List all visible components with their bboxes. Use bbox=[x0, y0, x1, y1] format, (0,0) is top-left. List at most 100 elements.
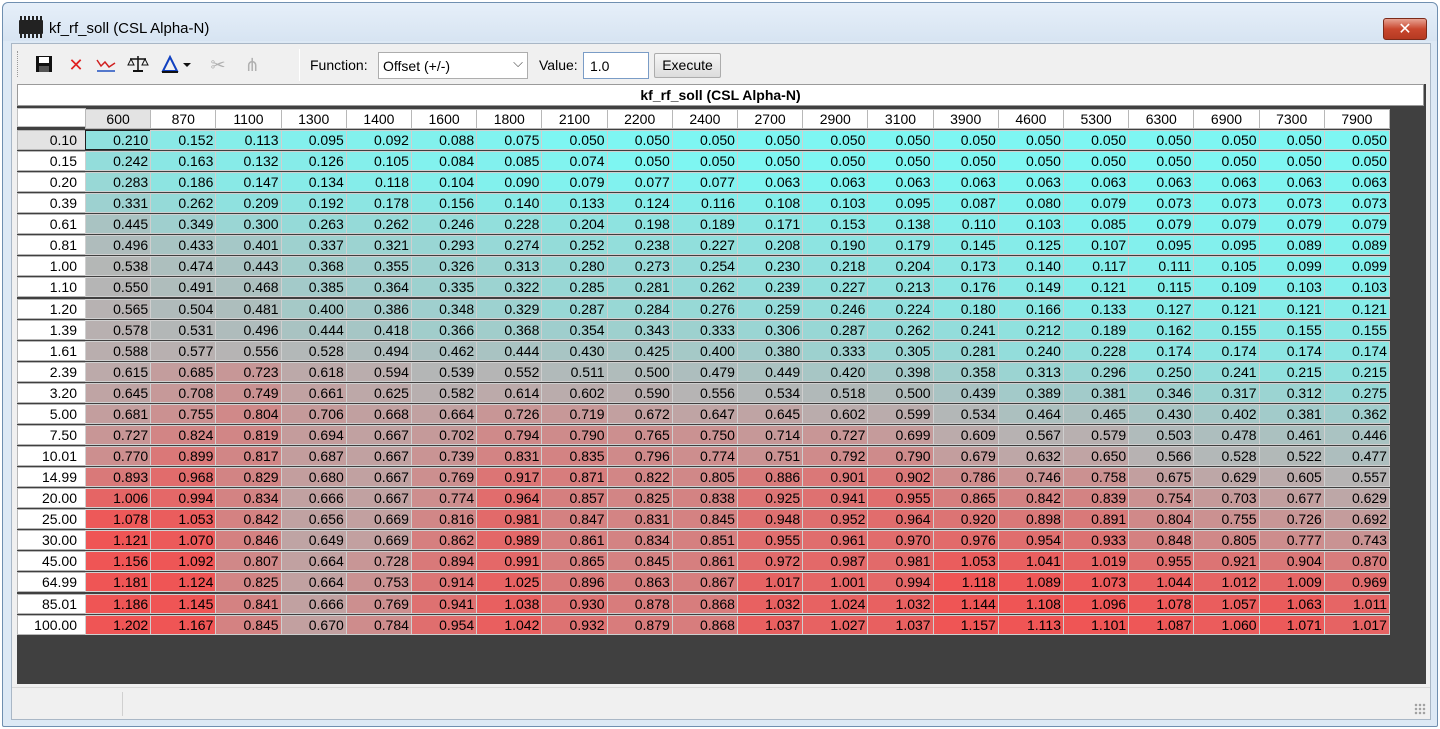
table-cell[interactable]: 0.050 bbox=[606, 130, 673, 150]
table-cell[interactable]: 0.933 bbox=[1063, 530, 1130, 551]
table-cell[interactable]: 0.209 bbox=[215, 193, 282, 214]
table-cell[interactable]: 0.846 bbox=[215, 530, 282, 551]
table-cell[interactable]: 0.287 bbox=[541, 298, 608, 319]
table-cell[interactable]: 0.503 bbox=[1128, 424, 1195, 445]
table-cell[interactable]: 1.167 bbox=[150, 614, 217, 635]
table-cell[interactable]: 0.095 bbox=[280, 130, 347, 150]
table-cell[interactable]: 0.702 bbox=[411, 424, 478, 445]
table-cell[interactable]: 0.090 bbox=[476, 172, 543, 193]
table-cell[interactable]: 0.765 bbox=[606, 424, 673, 445]
table-cell[interactable]: 0.095 bbox=[867, 193, 934, 214]
table-cell[interactable]: 0.050 bbox=[1063, 151, 1130, 172]
table-cell[interactable]: 0.792 bbox=[802, 446, 869, 467]
table-cell[interactable]: 0.862 bbox=[411, 530, 478, 551]
table-cell[interactable]: 1.181 bbox=[85, 572, 152, 593]
table-cell[interactable]: 0.948 bbox=[737, 509, 804, 530]
table-cell[interactable]: 0.398 bbox=[867, 361, 934, 382]
table-cell[interactable]: 0.462 bbox=[411, 340, 478, 361]
table-cell[interactable]: 0.834 bbox=[215, 488, 282, 509]
table-cell[interactable]: 0.274 bbox=[476, 235, 543, 256]
title-bar[interactable]: kf_rf_soll (CSL Alpha-N) ✕ bbox=[3, 3, 1437, 41]
table-cell[interactable]: 0.794 bbox=[476, 424, 543, 445]
table-cell[interactable]: 0.955 bbox=[867, 488, 934, 509]
table-cell[interactable]: 0.224 bbox=[867, 298, 934, 319]
table-cell[interactable]: 0.085 bbox=[1063, 214, 1130, 235]
table-cell[interactable]: 0.786 bbox=[932, 467, 999, 488]
table-cell[interactable]: 0.331 bbox=[85, 193, 152, 214]
table-cell[interactable]: 0.679 bbox=[932, 446, 999, 467]
table-cell[interactable]: 1.144 bbox=[932, 593, 999, 614]
table-cell[interactable]: 0.296 bbox=[1063, 361, 1130, 382]
table-cell[interactable]: 1.057 bbox=[1193, 593, 1260, 614]
table-cell[interactable]: 0.190 bbox=[802, 235, 869, 256]
table-cell[interactable]: 0.088 bbox=[411, 130, 478, 150]
table-cell[interactable]: 0.401 bbox=[215, 235, 282, 256]
table-cell[interactable]: 0.133 bbox=[541, 193, 608, 214]
table-cell[interactable]: 0.901 bbox=[802, 467, 869, 488]
table-cell[interactable]: 0.746 bbox=[997, 467, 1064, 488]
table-cell[interactable]: 0.614 bbox=[476, 382, 543, 403]
table-cell[interactable]: 0.694 bbox=[280, 424, 347, 445]
table-cell[interactable]: 0.714 bbox=[737, 424, 804, 445]
table-cell[interactable]: 0.825 bbox=[606, 488, 673, 509]
table-cell[interactable]: 0.449 bbox=[737, 361, 804, 382]
table-cell[interactable]: 1.019 bbox=[1063, 551, 1130, 572]
table-cell[interactable]: 0.215 bbox=[1258, 361, 1325, 382]
table-cell[interactable]: 0.964 bbox=[867, 509, 934, 530]
table-cell[interactable]: 0.121 bbox=[1258, 298, 1325, 319]
table-cell[interactable]: 0.556 bbox=[215, 340, 282, 361]
table-cell[interactable]: 0.050 bbox=[541, 130, 608, 150]
table-cell[interactable]: 1.078 bbox=[85, 509, 152, 530]
table-cell[interactable]: 0.647 bbox=[671, 403, 738, 424]
table-cell[interactable]: 0.153 bbox=[802, 214, 869, 235]
table-cell[interactable]: 0.474 bbox=[150, 256, 217, 277]
table-cell[interactable]: 0.095 bbox=[1193, 235, 1260, 256]
table-cell[interactable]: 0.192 bbox=[280, 193, 347, 214]
table-cell[interactable]: 0.839 bbox=[1063, 488, 1130, 509]
table-cell[interactable]: 0.262 bbox=[867, 319, 934, 340]
table-cell[interactable]: 0.389 bbox=[997, 382, 1064, 403]
table-cell[interactable]: 0.204 bbox=[541, 214, 608, 235]
table-cell[interactable]: 0.073 bbox=[1128, 193, 1195, 214]
column-header[interactable]: 7900 bbox=[1323, 109, 1390, 129]
table-cell[interactable]: 0.976 bbox=[932, 530, 999, 551]
table-cell[interactable]: 0.578 bbox=[85, 319, 152, 340]
table-cell[interactable]: 0.479 bbox=[671, 361, 738, 382]
table-cell[interactable]: 0.941 bbox=[411, 593, 478, 614]
table-cell[interactable]: 1.092 bbox=[150, 551, 217, 572]
table-cell[interactable]: 0.079 bbox=[1258, 214, 1325, 235]
table-cell[interactable]: 0.726 bbox=[1258, 509, 1325, 530]
table-cell[interactable]: 0.305 bbox=[867, 340, 934, 361]
table-cell[interactable]: 0.050 bbox=[932, 130, 999, 150]
table-cell[interactable]: 0.496 bbox=[85, 235, 152, 256]
table-cell[interactable]: 0.155 bbox=[1258, 319, 1325, 340]
table-cell[interactable]: 0.262 bbox=[671, 277, 738, 298]
table-cell[interactable]: 0.669 bbox=[345, 509, 412, 530]
table-cell[interactable]: 0.868 bbox=[671, 593, 738, 614]
table-cell[interactable]: 0.262 bbox=[150, 193, 217, 214]
table-cell[interactable]: 0.677 bbox=[1258, 488, 1325, 509]
table-cell[interactable]: 0.478 bbox=[1193, 424, 1260, 445]
table-cell[interactable]: 0.528 bbox=[1193, 446, 1260, 467]
table-cell[interactable]: 0.819 bbox=[215, 424, 282, 445]
table-cell[interactable]: 1.032 bbox=[737, 593, 804, 614]
table-cell[interactable]: 0.477 bbox=[1323, 446, 1390, 467]
table-cell[interactable]: 0.418 bbox=[345, 319, 412, 340]
table-cell[interactable]: 0.050 bbox=[867, 151, 934, 172]
table-cell[interactable]: 0.283 bbox=[85, 172, 152, 193]
table-cell[interactable]: 0.333 bbox=[802, 340, 869, 361]
column-header[interactable]: 1100 bbox=[215, 109, 282, 129]
table-cell[interactable]: 0.538 bbox=[85, 256, 152, 277]
table-cell[interactable]: 0.667 bbox=[345, 446, 412, 467]
table-cell[interactable]: 0.920 bbox=[932, 509, 999, 530]
table-cell[interactable]: 0.706 bbox=[280, 403, 347, 424]
table-cell[interactable]: 0.138 bbox=[867, 214, 934, 235]
table-cell[interactable]: 0.865 bbox=[932, 488, 999, 509]
row-header[interactable]: 0.61 bbox=[17, 214, 86, 235]
table-cell[interactable]: 0.496 bbox=[215, 319, 282, 340]
table-cell[interactable]: 0.667 bbox=[345, 424, 412, 445]
table-cell[interactable]: 0.790 bbox=[541, 424, 608, 445]
resize-grip[interactable] bbox=[1414, 703, 1426, 715]
table-cell[interactable]: 0.263 bbox=[280, 214, 347, 235]
table-cell[interactable]: 0.124 bbox=[606, 193, 673, 214]
